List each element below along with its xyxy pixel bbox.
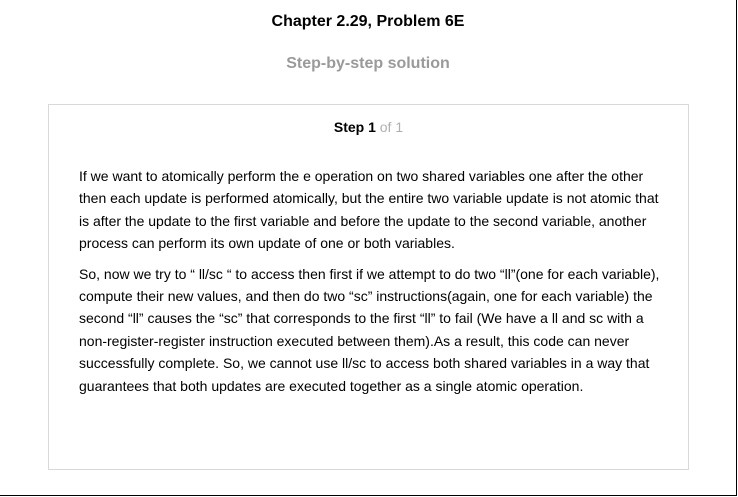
solution-page: Chapter 2.29, Problem 6E Step-by-step so… xyxy=(0,0,737,496)
step-paragraph: If we want to atomically perform the e o… xyxy=(79,168,659,252)
step-count: of 1 xyxy=(379,119,404,135)
step-heading: Step 1 of 1 xyxy=(49,118,688,136)
step-card: Step 1 of 1 If we want to atomically per… xyxy=(48,104,689,470)
step-label: Step 1 xyxy=(333,119,376,135)
page-title: Chapter 2.29, Problem 6E xyxy=(271,13,465,30)
solution-subtitle: Step-by-step solution xyxy=(286,55,450,72)
step-paragraph: So, now we try to “ ll/sc “ to access th… xyxy=(79,265,660,394)
step-body: If we want to atomically perform the e o… xyxy=(79,165,663,405)
